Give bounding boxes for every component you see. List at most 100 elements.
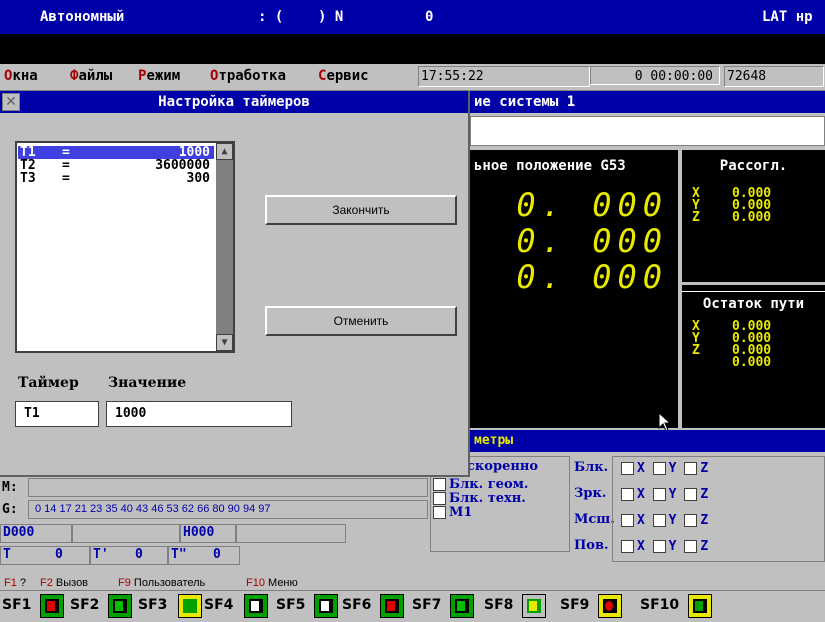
finish-button[interactable]: Закончить [265, 195, 457, 225]
exit-icon[interactable] [40, 594, 64, 618]
t2-value: 0 [213, 547, 221, 562]
move-icon[interactable] [244, 594, 268, 618]
mode-indicator: Автономный [40, 9, 125, 25]
timer-row[interactable]: T2 = 3600000 [18, 159, 214, 172]
run-icon[interactable] [688, 594, 712, 618]
hint-f1[interactable]: F1 ? [4, 576, 26, 590]
dh-code-row: D000 H000 [0, 524, 428, 543]
timer-label: Таймер [18, 375, 79, 391]
sf1-key[interactable]: SF1 [2, 597, 31, 613]
status-indicator-3: 0 [425, 9, 434, 25]
axis-row-label: Пов. [574, 538, 609, 553]
function-key-bar: SF1 SF2 SF3 SF4 SF5 SF6 SF7 SF8 SF9 SF10 [0, 590, 825, 622]
timer-field[interactable]: T1 [15, 401, 99, 427]
position-z: 0. 000 [516, 258, 668, 296]
mismatch-title: Рассогл. [719, 158, 788, 174]
t-value: 0 [55, 547, 63, 562]
m-code-row: M: [0, 478, 428, 497]
sf7-key[interactable]: SF7 [412, 597, 441, 613]
menu-service[interactable]: Сервис [318, 68, 369, 84]
axis-row-label: Зрк. [574, 486, 607, 501]
record-icon[interactable] [598, 594, 622, 618]
scroll-down-icon[interactable]: ▼ [216, 334, 233, 351]
menu-mode[interactable]: Режим [138, 68, 180, 84]
t2-label: T" [171, 547, 187, 562]
divide-icon[interactable] [522, 594, 546, 618]
system-window-title: ие системы 1 [470, 91, 825, 113]
remaining-path-panel: Остаток пути X Y Z 0.000 0.000 0.000 0.0… [682, 285, 825, 428]
msh-x-checkbox[interactable] [621, 514, 634, 527]
remaining-path-title: Остаток пути [682, 291, 825, 312]
position-panel: ьное положение G53 0. 000 0. 000 0. 000 [470, 150, 678, 428]
msh-y-checkbox[interactable] [652, 514, 666, 527]
message-bar [0, 34, 825, 64]
value-label: Значение [108, 375, 187, 391]
g-code-row: G: 0 14 17 21 23 35 40 43 46 53 62 66 80… [0, 500, 428, 519]
msh-z-checkbox[interactable] [684, 514, 698, 527]
position-title: ьное положение G53 [474, 158, 626, 174]
sf8-key[interactable]: SF8 [484, 597, 513, 613]
elapsed-time: 0 00:00:00 [590, 66, 720, 85]
menu-windows[interactable]: Окна [4, 68, 38, 84]
value-field[interactable]: 1000 [106, 401, 292, 427]
counter: 72648 [724, 66, 824, 87]
sf2-key[interactable]: SF2 [70, 597, 99, 613]
mismatch-value: 0.000 [732, 210, 772, 225]
status-bar: Автономный : ( ) N 0 LAT нр [0, 0, 825, 34]
d-code: D000 [0, 524, 72, 543]
hint-f9[interactable]: F9 Пользователь [118, 576, 205, 590]
h-code: H000 [180, 524, 236, 543]
timer-list[interactable]: T1 = 1000 T2 = 3600000 T3 = 300 ▲ ▼ [15, 141, 235, 353]
sf10-key[interactable]: SF10 [640, 597, 679, 613]
axis-label: Z [692, 210, 700, 225]
sf6-key[interactable]: SF6 [342, 597, 371, 613]
blk-x-checkbox[interactable] [621, 462, 634, 475]
pov-y-checkbox[interactable] [652, 540, 666, 553]
keyboard-layout: LAT нр [762, 9, 813, 25]
command-input[interactable] [470, 116, 825, 146]
sf3-key[interactable]: SF3 [138, 597, 167, 613]
menu-files[interactable]: Файлы [70, 68, 112, 84]
zrk-y-checkbox[interactable] [652, 488, 666, 501]
menu-processing[interactable]: Отработка [210, 68, 286, 84]
hint-row: F1 ? F2 Вызов F9 Пользователь F10 Меню [0, 576, 825, 590]
g-codes: 0 14 17 21 23 35 40 43 46 53 62 66 80 90… [35, 503, 271, 515]
hint-f10[interactable]: F10 Меню [246, 576, 298, 590]
next-icon[interactable] [314, 594, 338, 618]
timer-settings-dialog: ✕ Настройка таймеров T1 = 1000 T2 = 3600… [0, 91, 470, 477]
t1-value: 0 [135, 547, 143, 562]
zrk-z-checkbox[interactable] [684, 488, 698, 501]
pov-x-checkbox[interactable] [621, 540, 634, 553]
tool-row: T 0 T' 0 T" 0 [0, 546, 428, 565]
blk-y-checkbox[interactable] [652, 462, 666, 475]
grid-icon[interactable] [178, 594, 202, 618]
edit-icon[interactable] [450, 594, 474, 618]
remaining-value: 0.000 [732, 355, 772, 370]
tech-block-checkbox[interactable] [433, 492, 446, 505]
enter-icon[interactable] [108, 594, 132, 618]
sf5-key[interactable]: SF5 [276, 597, 305, 613]
list-scrollbar[interactable]: ▲ ▼ [216, 143, 233, 351]
mismatch-panel: Рассогл. X Y Z 0.000 0.000 0.000 [682, 150, 825, 282]
axis-checkbox-grid: X Y Z X Y Z X Y Z X Y Z [612, 456, 825, 562]
dialog-title: Настройка таймеров [158, 94, 310, 110]
dialog-titlebar: ✕ Настройка таймеров [0, 91, 468, 113]
cancel-button[interactable]: Отменить [265, 306, 457, 336]
sf9-key[interactable]: SF9 [560, 597, 589, 613]
t-label: T [3, 547, 11, 562]
timer-row[interactable]: T3 = 300 [18, 172, 214, 185]
position-y: 0. 000 [516, 222, 668, 260]
axis-row-label: Мсш. [574, 512, 615, 527]
pov-z-checkbox[interactable] [684, 540, 698, 553]
geom-block-checkbox[interactable] [433, 478, 446, 491]
position-x: 0. 000 [516, 186, 668, 224]
menu-bar: Окна Файлы Режим Отработка Сервис 17:55:… [0, 64, 825, 91]
stop-icon[interactable] [380, 594, 404, 618]
m1-checkbox[interactable] [433, 506, 446, 519]
t1-label: T' [93, 547, 109, 562]
blk-z-checkbox[interactable] [684, 462, 698, 475]
hint-f2[interactable]: F2 Вызов [40, 576, 88, 590]
sf4-key[interactable]: SF4 [204, 597, 233, 613]
scroll-up-icon[interactable]: ▲ [216, 143, 233, 160]
zrk-x-checkbox[interactable] [621, 488, 634, 501]
